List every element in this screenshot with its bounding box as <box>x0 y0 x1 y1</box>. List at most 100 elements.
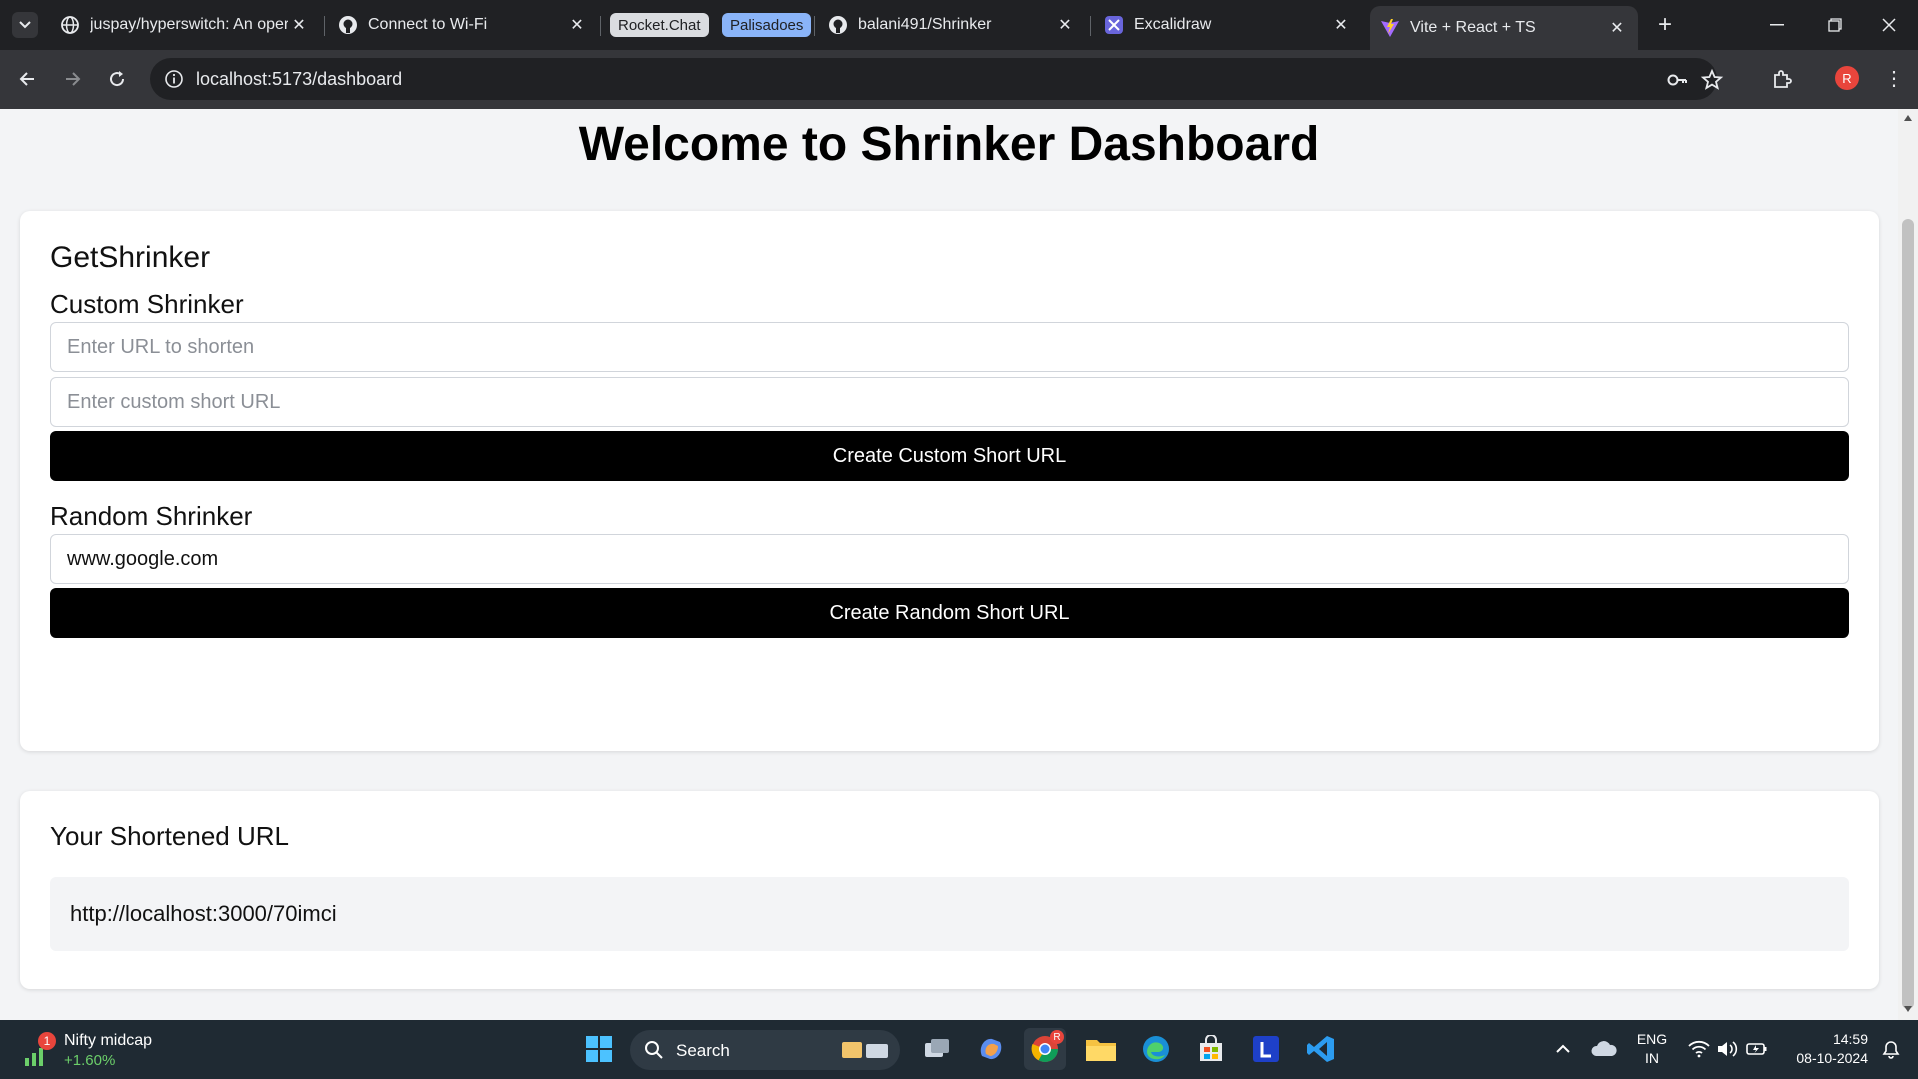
edge-button[interactable] <box>1135 1028 1177 1070</box>
close-window-button[interactable] <box>1860 0 1918 50</box>
minimize-icon <box>1770 24 1784 26</box>
taskbar-search[interactable]: Search <box>630 1030 900 1070</box>
custom-short-url-input[interactable] <box>50 377 1849 427</box>
search-icon <box>645 1041 663 1059</box>
edge-icon <box>1143 1036 1169 1062</box>
tab-shrinker-repo[interactable]: balani491/Shrinker ✕ <box>818 6 1086 44</box>
notification-badge: 1 <box>38 1032 56 1050</box>
input-language[interactable]: ENG IN <box>1634 1030 1670 1068</box>
browser-menu-icon[interactable]: ⋮ <box>1882 66 1906 90</box>
new-tab-button[interactable]: + <box>1650 10 1680 40</box>
address-bar[interactable]: localhost:5173/dashboard <box>150 58 1724 100</box>
show-hidden-icons-chevron[interactable] <box>1555 1042 1571 1054</box>
random-shrinker-heading: Random Shrinker <box>50 501 253 531</box>
excalidraw-icon <box>1105 16 1123 34</box>
create-random-short-url-button[interactable]: Create Random Short URL <box>50 588 1849 638</box>
task-view-icon <box>925 1039 949 1057</box>
volume-icon[interactable] <box>1716 1039 1738 1059</box>
clock-time: 14:59 <box>1832 1031 1868 1047</box>
restore-icon <box>1828 18 1842 32</box>
tab-excalidraw[interactable]: Excalidraw ✕ <box>1094 6 1362 44</box>
windows-taskbar: 1 Nifty midcap +1.60% Search R ENG IN 14… <box>0 1020 1918 1079</box>
custom-shrinker-heading: Custom Shrinker <box>50 289 244 319</box>
widget-change: +1.60% <box>64 1052 116 1069</box>
close-tab-icon[interactable]: ✕ <box>1054 15 1076 35</box>
chrome-profile-badge: R <box>1050 1030 1064 1044</box>
wifi-icon[interactable] <box>1688 1040 1710 1058</box>
tab-title: Excalidraw <box>1134 16 1212 33</box>
tab-title: Connect to Wi-Fi <box>368 16 488 33</box>
url-to-shorten-input[interactable] <box>50 322 1849 372</box>
password-key-icon[interactable] <box>1665 68 1689 92</box>
start-button[interactable] <box>578 1028 620 1070</box>
tab-hyperswitch[interactable]: juspay/hyperswitch: An oper ✕ <box>50 6 320 44</box>
tab-vite-react[interactable]: Vite + React + TS ✕ <box>1370 6 1638 50</box>
tab-divider <box>324 16 325 36</box>
globe-icon <box>61 16 79 34</box>
stock-widget[interactable]: 1 Nifty midcap +1.60% <box>22 1028 182 1072</box>
scroll-up-arrow-icon[interactable] <box>1904 115 1912 121</box>
file-explorer-button[interactable] <box>1080 1028 1122 1070</box>
section-title: GetShrinker <box>50 241 211 274</box>
l-app-button[interactable] <box>1245 1028 1287 1070</box>
folder-icon <box>1086 1040 1116 1061</box>
copilot-button[interactable] <box>970 1028 1012 1070</box>
create-custom-short-url-button[interactable]: Create Custom Short URL <box>50 431 1849 481</box>
close-tab-icon[interactable]: ✕ <box>566 15 588 35</box>
page-scrollbar[interactable] <box>1898 109 1918 1020</box>
vscode-icon <box>1307 1036 1334 1062</box>
shortened-url-box: http://localhost:3000/70imci <box>50 877 1849 951</box>
search-highlight-icon <box>842 1042 888 1058</box>
back-button[interactable] <box>10 62 44 96</box>
url-text[interactable]: localhost:5173/dashboard <box>196 69 402 90</box>
l-app-icon <box>1253 1036 1279 1062</box>
tab-divider <box>600 16 601 36</box>
close-tab-icon[interactable]: ✕ <box>288 15 310 35</box>
tab-group-palisadoes[interactable]: Palisadoes <box>722 13 812 37</box>
shrinker-card: GetShrinker Custom Shrinker Create Custo… <box>20 211 1879 751</box>
region-code: IN <box>1645 1050 1659 1066</box>
site-info-icon[interactable] <box>164 69 184 89</box>
back-arrow-icon <box>19 72 34 86</box>
reload-icon <box>110 71 125 87</box>
task-view-button[interactable] <box>916 1028 958 1070</box>
tab-divider <box>1090 16 1091 36</box>
github-icon <box>339 16 357 34</box>
result-heading: Your Shortened URL <box>50 821 289 851</box>
onedrive-cloud-icon[interactable] <box>1590 1038 1618 1060</box>
tab-search-button[interactable] <box>12 12 38 38</box>
chrome-taskbar-button[interactable]: R <box>1024 1028 1066 1070</box>
extensions-puzzle-icon[interactable] <box>1770 67 1794 91</box>
scrollbar-thumb[interactable] <box>1902 219 1914 1009</box>
reload-button[interactable] <box>100 62 134 96</box>
restore-button[interactable] <box>1806 0 1864 50</box>
widget-title: Nifty midcap <box>64 1032 153 1049</box>
vscode-button[interactable] <box>1300 1028 1342 1070</box>
windows-logo-icon <box>586 1036 612 1062</box>
notification-bell-icon[interactable] <box>1880 1038 1902 1060</box>
forward-arrow-icon <box>66 72 81 86</box>
tab-divider <box>814 16 815 36</box>
tab-group-rocketchat[interactable]: Rocket.Chat <box>610 13 709 37</box>
tab-title: juspay/hyperswitch: An oper <box>90 16 288 33</box>
battery-charging-icon[interactable] <box>1746 1040 1768 1058</box>
system-clock[interactable]: 14:59 08-10-2024 <box>1780 1030 1868 1068</box>
scroll-down-arrow-icon[interactable] <box>1904 1006 1912 1012</box>
forward-button[interactable] <box>56 62 90 96</box>
close-icon <box>1882 18 1896 32</box>
profile-avatar[interactable]: R <box>1835 66 1859 90</box>
close-tab-icon[interactable]: ✕ <box>1330 15 1352 35</box>
page-title: Welcome to Shrinker Dashboard <box>578 118 1320 171</box>
vite-icon <box>1381 19 1399 37</box>
store-button[interactable] <box>1190 1028 1232 1070</box>
tab-connect-wifi[interactable]: Connect to Wi-Fi ✕ <box>328 6 598 44</box>
result-card: Your Shortened URL http://localhost:3000… <box>20 791 1879 989</box>
close-tab-icon[interactable]: ✕ <box>1606 18 1628 38</box>
random-url-input[interactable] <box>50 534 1849 584</box>
github-icon <box>829 16 847 34</box>
search-label: Search <box>676 1041 730 1060</box>
minimize-button[interactable] <box>1748 0 1806 50</box>
tab-strip: juspay/hyperswitch: An oper ✕ Connect to… <box>0 0 1918 50</box>
bookmark-star-icon[interactable] <box>1700 68 1724 92</box>
shortened-url-link[interactable]: http://localhost:3000/70imci <box>70 901 337 927</box>
